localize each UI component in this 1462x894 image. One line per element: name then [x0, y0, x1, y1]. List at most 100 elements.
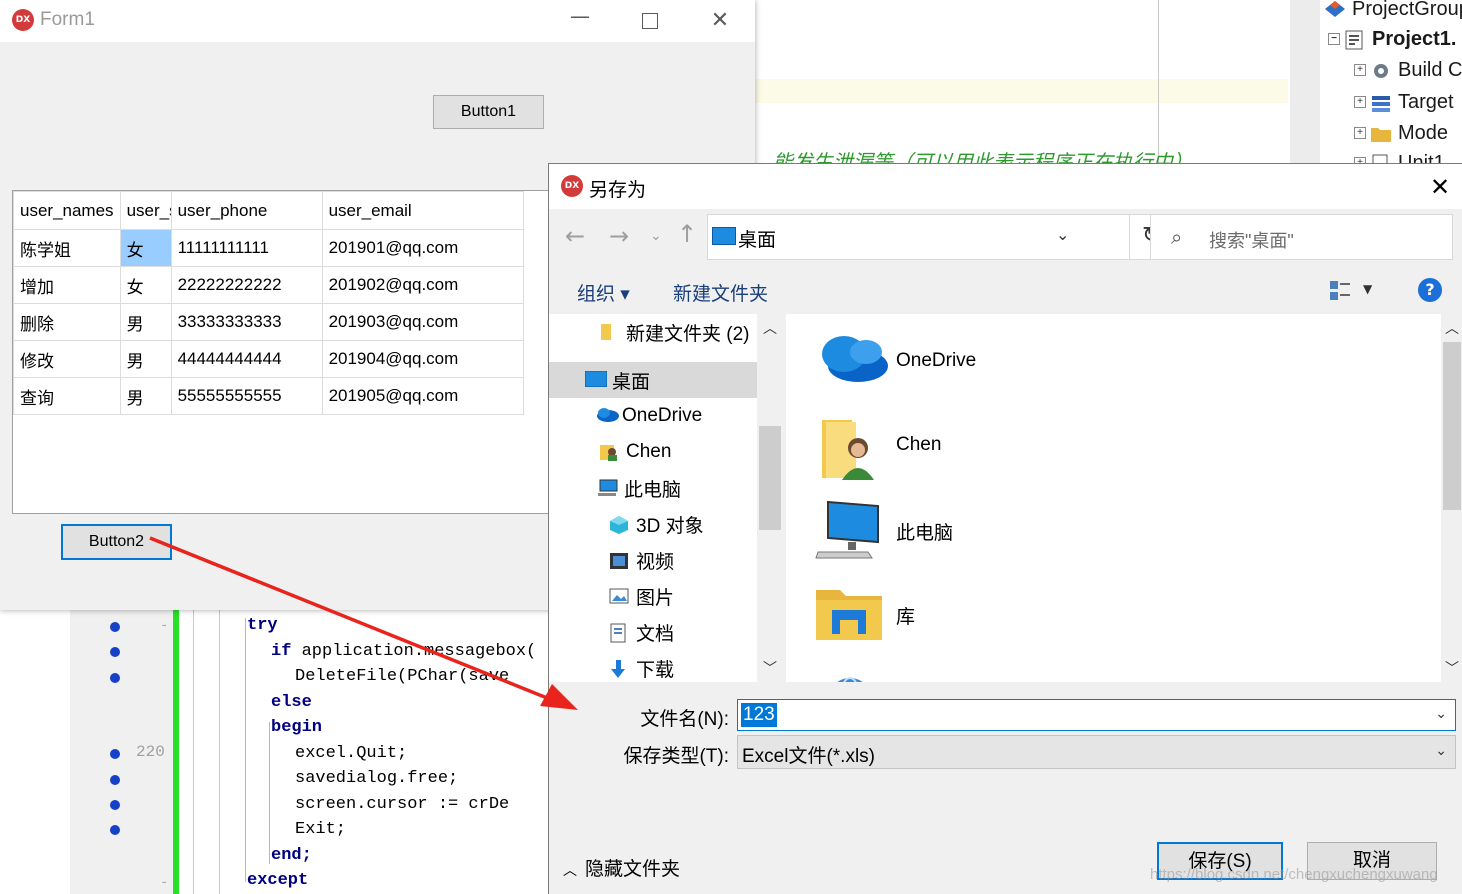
file-list-pane[interactable]: OneDrive Chen 此电脑库网络 — [786, 314, 1441, 682]
nav-item-entry[interactable]: OneDrive — [549, 398, 757, 434]
scroll-up-icon[interactable]: ︿ — [763, 318, 777, 338]
grid-cell[interactable]: 44444444444 — [170, 340, 323, 378]
close-icon[interactable]: ✕ — [703, 4, 737, 38]
table-row[interactable]: 查询 男 55555555555 201905@qq.com — [13, 377, 524, 415]
breakpoint-dot[interactable] — [110, 775, 120, 785]
breakpoint-dot[interactable] — [110, 800, 120, 810]
new-folder-button[interactable]: 新建文件夹 — [673, 279, 768, 306]
grid-cell[interactable]: 增加 — [13, 266, 121, 304]
data-grid[interactable]: user_names user_sex user_phone user_emai… — [12, 190, 552, 514]
breakpoint-dot[interactable] — [110, 647, 120, 657]
scrollbar-thumb[interactable] — [1443, 342, 1461, 510]
grid-cell[interactable]: 33333333333 — [170, 303, 323, 341]
code-line[interactable]: excel.Quit; — [295, 741, 407, 766]
expand-icon[interactable]: + — [1354, 96, 1366, 108]
file-scrollbar[interactable]: ︿ ﹀ — [1441, 314, 1462, 682]
grid-cell[interactable]: 男 — [119, 303, 172, 341]
code-line[interactable]: begin — [271, 715, 322, 740]
expand-icon[interactable]: + — [1354, 127, 1366, 139]
code-line[interactable]: except — [247, 868, 308, 893]
code-line[interactable]: try — [247, 613, 278, 638]
nav-item-entry[interactable]: 新建文件夹 (2) — [549, 314, 757, 350]
column-header[interactable]: user_sex — [119, 191, 172, 230]
tree-item-model[interactable]: + Mode — [1354, 118, 1448, 148]
table-row[interactable]: 陈学姐 女 11111111111 201901@qq.com — [13, 229, 524, 267]
code-line[interactable]: savedialog.free; — [295, 766, 458, 791]
file-item[interactable]: 网络 — [786, 664, 1386, 682]
filename-input[interactable]: 123 ⌄ — [737, 699, 1456, 731]
filetype-select[interactable]: Excel文件(*.xls) ⌄ — [737, 735, 1456, 769]
nav-scrollbar[interactable]: ︿ ﹀ — [757, 314, 783, 682]
file-item[interactable]: Chen — [786, 414, 1386, 498]
scroll-down-icon[interactable]: ﹀ — [1445, 658, 1459, 678]
file-item[interactable]: OneDrive — [786, 330, 1386, 414]
organize-menu[interactable]: 组织 ▾ — [577, 279, 630, 306]
nav-item-entry[interactable]: 文档 — [549, 614, 757, 650]
grid-cell-selected[interactable]: 女 — [119, 229, 172, 267]
forward-arrow-icon[interactable]: → — [609, 222, 629, 250]
nav-item-entry[interactable]: 3D 对象 — [549, 506, 757, 542]
code-line[interactable]: else — [271, 690, 312, 715]
minimize-icon[interactable]: — — [565, 4, 595, 38]
grid-cell[interactable]: 删除 — [13, 303, 121, 341]
code-line[interactable]: DeleteFile(PChar(save — [295, 664, 509, 689]
table-row[interactable]: 增加 女 22222222222 201902@qq.com — [13, 266, 524, 304]
nav-item-entry[interactable]: 下载 — [549, 650, 757, 682]
grid-cell[interactable]: 男 — [119, 377, 172, 415]
grid-cell[interactable]: 22222222222 — [170, 266, 323, 304]
table-row[interactable]: 删除 男 33333333333 201903@qq.com — [13, 303, 524, 341]
tree-item-target[interactable]: + Target — [1354, 87, 1454, 117]
button1[interactable]: Button1 — [433, 95, 544, 129]
tree-item-project1[interactable]: − Project1. — [1328, 24, 1456, 54]
up-arrow-icon[interactable]: ↑ — [677, 220, 697, 248]
search-box[interactable]: ⌕ 搜索"桌面" — [1150, 214, 1453, 260]
nav-item-entry[interactable]: Chen — [549, 434, 757, 470]
dialog-titlebar[interactable]: DX 另存为 ✕ — [549, 164, 1462, 209]
button2[interactable]: Button2 — [61, 524, 172, 560]
scroll-down-icon[interactable]: ﹀ — [763, 658, 777, 678]
nav-item-entry[interactable]: 图片 — [549, 578, 757, 614]
grid-cell[interactable]: 201903@qq.com — [321, 303, 524, 341]
grid-cell[interactable]: 查询 — [13, 377, 121, 415]
breakpoint-dot[interactable] — [110, 622, 120, 632]
tree-item-build[interactable]: + Build C — [1354, 55, 1462, 85]
column-header[interactable]: user_email — [321, 191, 524, 230]
column-header[interactable]: user_phone — [170, 191, 323, 230]
code-line[interactable]: screen.cursor := crDe — [295, 792, 509, 817]
grid-cell[interactable]: 女 — [119, 266, 172, 304]
nav-item-entry[interactable]: 此电脑 — [549, 470, 757, 506]
grid-cell[interactable]: 201901@qq.com — [321, 229, 524, 267]
grid-cell[interactable]: 55555555555 — [170, 377, 323, 415]
breakpoint-dot[interactable] — [110, 749, 120, 759]
grid-cell[interactable]: 201904@qq.com — [321, 340, 524, 378]
nav-item-desktop[interactable]: 桌面 — [549, 362, 757, 398]
form1-titlebar[interactable]: DX Form1 — ✕ — [0, 0, 755, 42]
grid-cell[interactable]: 修改 — [13, 340, 121, 378]
table-row[interactable]: 修改 男 44444444444 201904@qq.com — [13, 340, 524, 378]
column-header[interactable]: user_names — [13, 191, 121, 230]
chevron-down-icon[interactable]: ⌄ — [1435, 705, 1447, 722]
breakpoint-dot[interactable] — [110, 825, 120, 835]
code-line[interactable]: if application.messagebox( — [271, 639, 536, 664]
chevron-down-icon[interactable]: ▼ — [1363, 282, 1372, 296]
hide-folders-toggle[interactable]: ︿ 隐藏文件夹 — [563, 854, 680, 881]
code-line[interactable]: Exit; — [295, 817, 346, 842]
view-options-icon[interactable] — [1329, 279, 1351, 301]
grid-cell[interactable]: 201902@qq.com — [321, 266, 524, 304]
code-area[interactable]: try if application.messagebox(DeleteFile(… — [179, 610, 549, 894]
code-line[interactable]: end; — [271, 843, 312, 868]
collapse-icon[interactable]: − — [1328, 33, 1340, 45]
maximize-icon[interactable] — [633, 4, 667, 38]
file-item[interactable]: 此电脑 — [786, 498, 1386, 582]
navigation-pane[interactable]: 新建文件夹 (2) 桌面 OneDrive Chen 此电脑 3D 对象 视频 图片 文档 下载 — [549, 314, 757, 682]
close-icon[interactable]: ✕ — [1423, 170, 1457, 204]
recent-dropdown-icon[interactable]: ⌄ — [650, 228, 662, 244]
scrollbar-thumb[interactable] — [759, 426, 781, 530]
scroll-up-icon[interactable]: ︿ — [1445, 318, 1459, 338]
file-item[interactable]: 库 — [786, 582, 1386, 666]
address-bar[interactable]: 桌面 ⌄ — [707, 214, 1131, 260]
chevron-down-icon[interactable]: ⌄ — [1435, 742, 1447, 759]
back-arrow-icon[interactable]: ← — [565, 222, 585, 250]
grid-cell[interactable]: 男 — [119, 340, 172, 378]
help-icon[interactable]: ? — [1418, 278, 1442, 302]
